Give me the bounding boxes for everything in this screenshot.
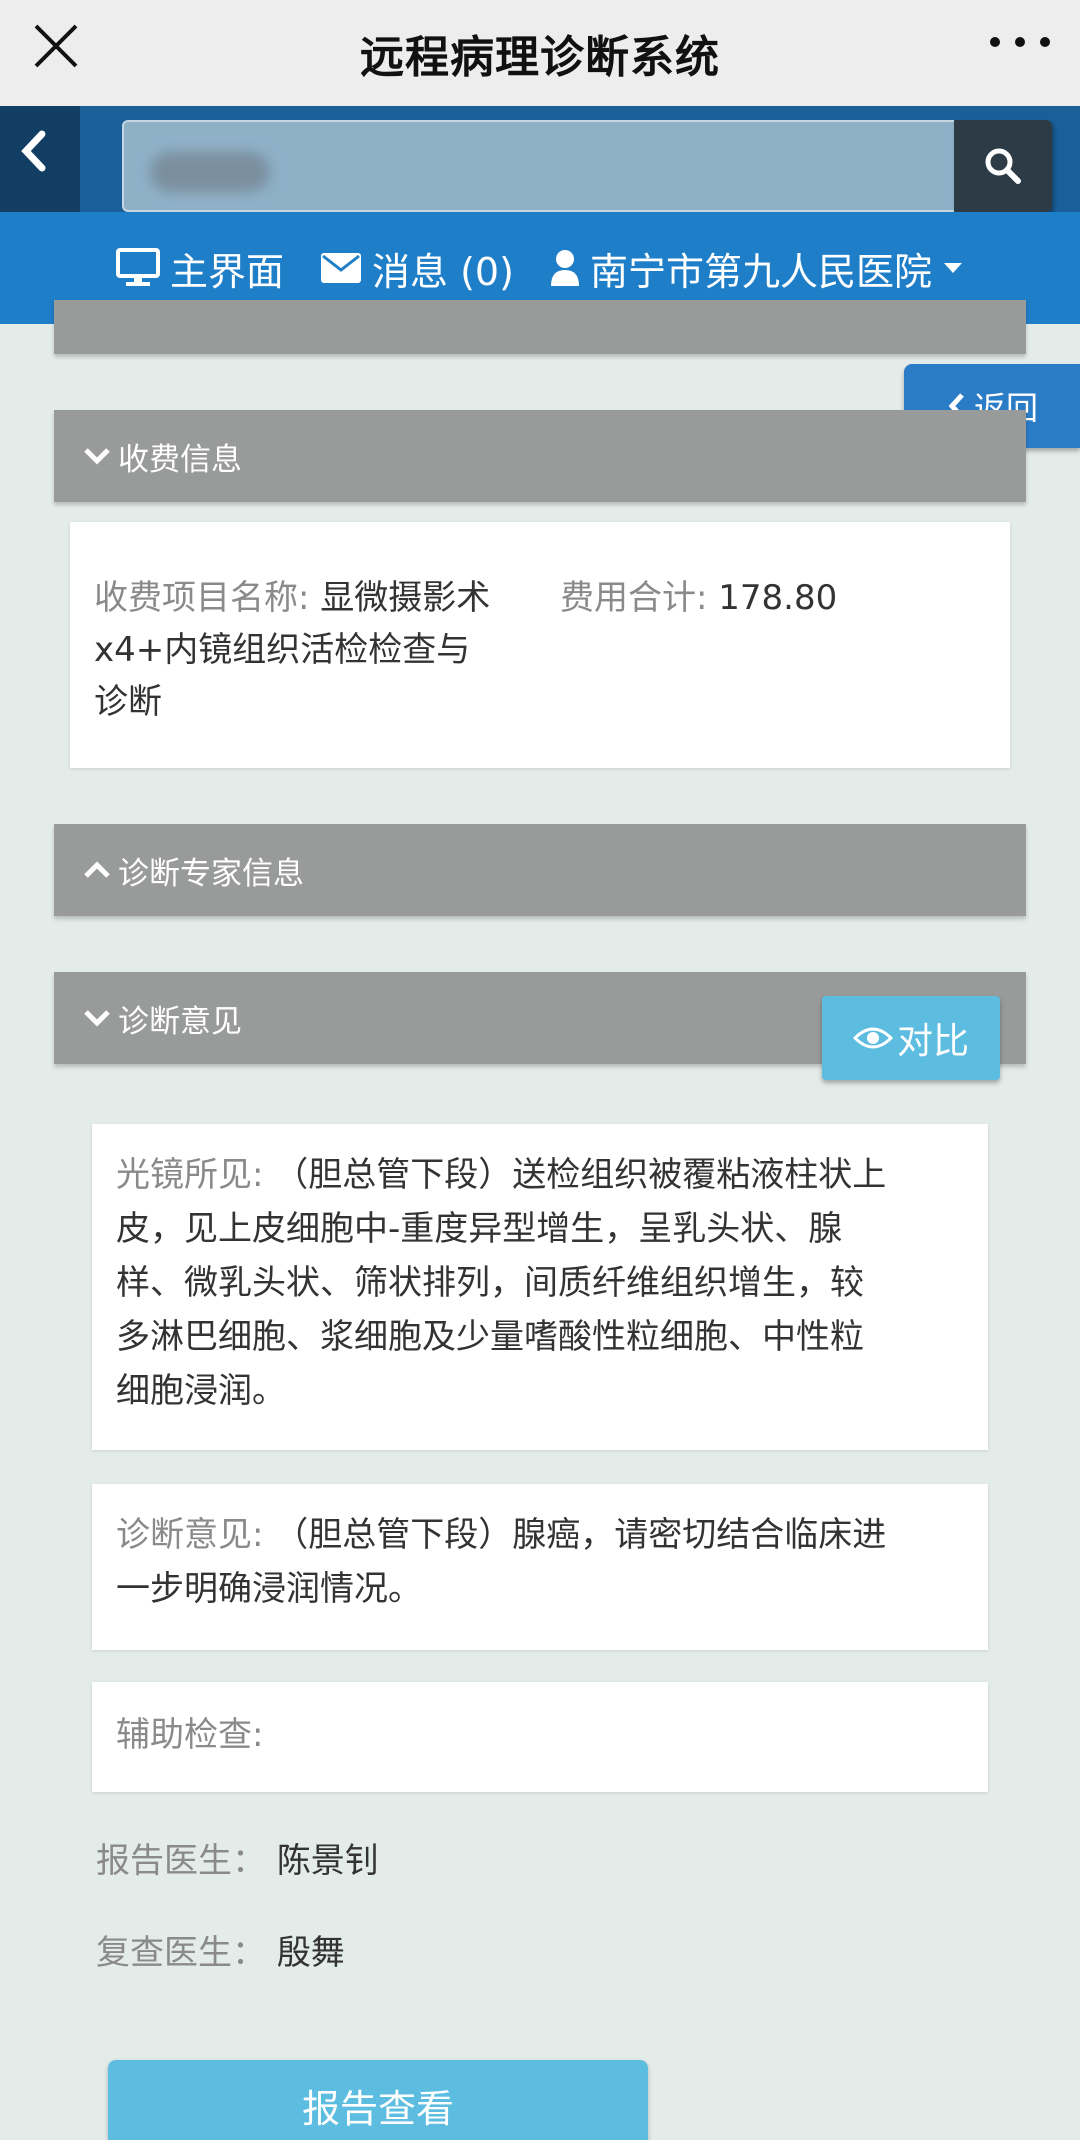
fee-total-value: 178.80 [718,578,838,618]
fee-section-header[interactable]: 收费信息 [54,410,1026,502]
nav-messages[interactable]: 消息 (0) [320,241,514,296]
report-doctor-label: 报告医生： [96,1841,266,1881]
blurred-search-text [150,152,270,192]
auxiliary-label: 辅助检查: [116,1715,264,1755]
fee-item-value-3: 诊断 [94,682,162,722]
compare-button-label: 对比 [896,1021,969,1062]
search-bar [0,106,1080,212]
microscopy-label: 光镜所见: [116,1155,264,1195]
report-doctor-value: 陈景钊 [276,1841,379,1881]
report-doctor-row: 报告医生： 陈景钊 [96,1834,379,1888]
fee-item-label: 收费项目名称: [94,578,310,618]
nav-hospital-dropdown[interactable]: 南宁市第九人民医院 [550,241,964,296]
nav-home[interactable]: 主界面 [116,241,284,296]
expert-section-title: 诊断专家信息 [118,855,304,892]
view-report-button[interactable]: 报告查看 [108,2060,648,2140]
microscopy-line-5: 细胞浸润。 [116,1371,286,1411]
close-icon[interactable] [28,18,84,74]
compare-button[interactable]: 对比 [822,996,1000,1080]
search-button[interactable] [954,120,1052,212]
fee-item-value-2: x4+内镜组织活检检查与 [94,630,471,670]
microscopy-line-4: 多淋巴细胞、浆细胞及少量嗜酸性粒细胞、中性粒 [116,1317,864,1357]
more-options-icon[interactable] [990,22,1050,62]
diagnosis-line-2: 一步明确浸润情况。 [116,1569,422,1609]
nav-hospital-label: 南宁市第九人民医院 [589,249,932,294]
expert-section-header[interactable]: 诊断专家信息 [54,824,1026,916]
nav-home-label: 主界面 [170,249,285,294]
search-icon [985,148,1021,184]
monitor-icon [116,248,161,286]
microscopy-line-1: （胆总管下段）送检组织被覆粘液柱状上 [274,1155,887,1195]
user-icon [550,250,579,286]
diagnosis-label: 诊断意见: [116,1515,264,1555]
chevron-down-icon [84,1010,110,1027]
fee-section-title: 收费信息 [118,441,242,478]
review-doctor-value: 殷舞 [276,1933,345,1973]
fee-total-label: 费用合计: [560,578,708,618]
opinion-section-title: 诊断意见 [118,1003,242,1040]
chevron-down-icon [84,448,110,465]
caret-down-icon [943,263,962,273]
microscopy-line-2: 皮，见上皮细胞中-重度异型增生，呈乳头状、腺 [116,1209,843,1249]
back-button[interactable] [0,106,80,212]
chevron-up-icon [84,861,110,878]
envelope-icon [321,253,362,283]
review-doctor-label: 复查医生： [96,1933,266,1973]
fee-item-value-1: 显微摄影术 [320,578,491,618]
eye-icon [852,1027,893,1049]
microscopy-line-3: 样、微乳头状、筛状排列，间质纤维组织增生，较 [116,1263,864,1303]
previous-section-header[interactable] [54,300,1026,354]
chevron-left-icon [21,130,46,172]
diagnosis-card: 诊断意见: （胆总管下段）腺癌，请密切结合临床进 一步明确浸润情况。 [92,1484,988,1650]
diagnosis-line-1: （胆总管下段）腺癌，请密切结合临床进 [274,1515,887,1555]
page-title: 远程病理诊断系统 [360,32,720,83]
fee-card: 收费项目名称: 显微摄影术 x4+内镜组织活检检查与 诊断 费用合计: 178.… [70,522,1010,768]
title-bar: 远程病理诊断系统 [0,0,1080,106]
review-doctor-row: 复查医生： 殷舞 [96,1926,345,1980]
microscopy-card: 光镜所见: （胆总管下段）送检组织被覆粘液柱状上 皮，见上皮细胞中-重度异型增生… [92,1124,988,1450]
auxiliary-card: 辅助检查: [92,1682,988,1792]
nav-messages-label: 消息 (0) [372,249,514,294]
